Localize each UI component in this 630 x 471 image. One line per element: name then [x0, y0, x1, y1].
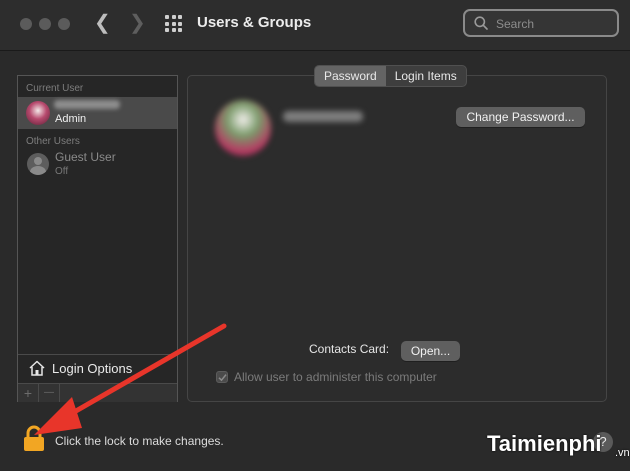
watermark-suffix: .vn	[615, 447, 630, 459]
users-groups-window: ❮ ❯ Users & Groups Current User Admin Ot…	[0, 0, 630, 471]
watermark-text: Taimienphi	[487, 431, 602, 456]
taimienphi-watermark: Taimienphi .vn	[487, 431, 630, 459]
red-arrow-annotation	[34, 323, 227, 435]
